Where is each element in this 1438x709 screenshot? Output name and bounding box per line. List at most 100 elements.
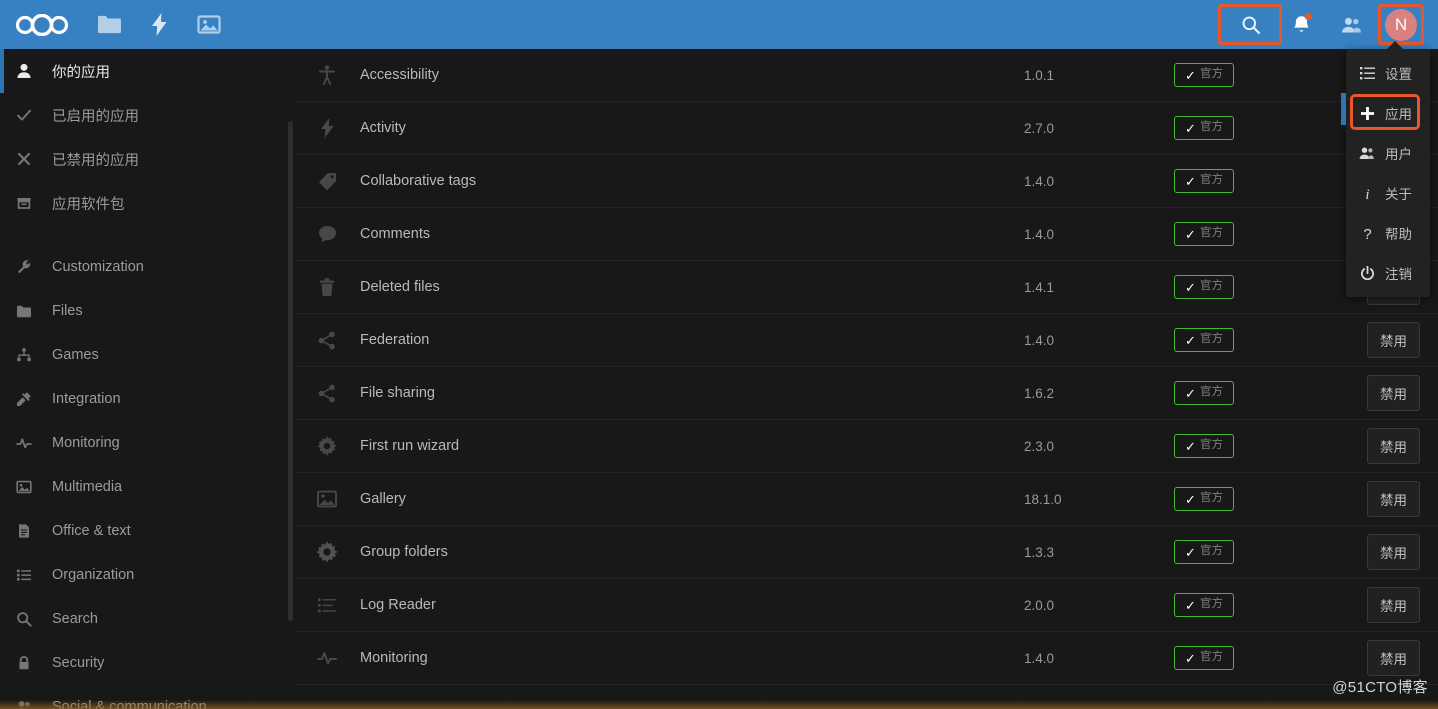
check-icon: ✓ <box>1185 491 1196 507</box>
sidebar-item-disabled-apps[interactable]: 已禁用的应用 <box>0 137 295 181</box>
nextcloud-logo[interactable] <box>0 0 84 49</box>
check-icon: ✓ <box>1185 438 1196 454</box>
app-version: 1.3.3 <box>1024 544 1055 560</box>
plug-icon <box>16 391 42 407</box>
app-version: 2.7.0 <box>1024 120 1055 136</box>
status-badge: ✓ 官方 <box>1174 328 1234 352</box>
activity-app-icon[interactable] <box>134 0 184 49</box>
badge-label: 官方 <box>1199 68 1223 81</box>
list-icon <box>314 597 340 614</box>
menu-item-label: 应用 <box>1385 107 1412 122</box>
search-button[interactable] <box>1218 0 1282 49</box>
menu-item-label: 关于 <box>1385 187 1412 202</box>
people-icon <box>16 699 42 709</box>
badge-label: 官方 <box>1199 492 1223 505</box>
sidebar-item-multimedia[interactable]: Multimedia <box>0 465 295 509</box>
sidebar-item-security[interactable]: Security <box>0 641 295 685</box>
disable-button[interactable]: 禁用 <box>1367 481 1420 517</box>
table-row[interactable]: Comments 1.4.0 ✓ 官方 禁用 <box>296 208 1438 261</box>
games-icon <box>16 347 42 363</box>
sidebar-item-organization[interactable]: Organization <box>0 553 295 597</box>
sidebar-item-your-apps[interactable]: 你的应用 <box>0 49 295 93</box>
table-row[interactable]: First run wizard 2.3.0 ✓ 官方 禁用 <box>296 420 1438 473</box>
check-icon: ✓ <box>1185 226 1196 242</box>
menu-item-label: 设置 <box>1385 67 1412 82</box>
table-row[interactable]: Log Reader 2.0.0 ✓ 官方 禁用 <box>296 579 1438 632</box>
badge-label: 官方 <box>1199 651 1223 664</box>
app-version: 2.0.0 <box>1024 597 1055 613</box>
settings-sidebar[interactable]: 你的应用 已启用的应用 已禁用的应用 应用软件包 Customization F… <box>0 49 295 709</box>
app-version: 1.4.1 <box>1024 279 1055 295</box>
app-name: Gallery <box>360 491 406 507</box>
disable-button[interactable]: 禁用 <box>1367 534 1420 570</box>
table-row[interactable]: Collaborative tags 1.4.0 ✓ 官方 禁用 <box>296 155 1438 208</box>
sidebar-item-enabled-apps[interactable]: 已启用的应用 <box>0 93 295 137</box>
sidebar-item-social-communication[interactable]: Social & communication <box>0 685 295 709</box>
sidebar-item-label: 应用软件包 <box>52 196 125 213</box>
disable-button[interactable]: 禁用 <box>1367 322 1420 358</box>
status-badge: ✓ 官方 <box>1174 487 1234 511</box>
badge-label: 官方 <box>1199 439 1223 452</box>
menu-item-help[interactable]: ? 帮助 <box>1346 213 1430 253</box>
user-icon <box>16 63 42 79</box>
sidebar-item-label: 你的应用 <box>52 64 110 81</box>
sidebar-item-label: 已禁用的应用 <box>52 152 139 169</box>
sidebar-item-label: Files <box>52 303 83 319</box>
folder-icon <box>16 303 42 319</box>
table-row[interactable]: Gallery 18.1.0 ✓ 官方 禁用 <box>296 473 1438 526</box>
menu-item-logout[interactable]: 注销 <box>1346 253 1430 293</box>
menu-item-about[interactable]: i 关于 <box>1346 173 1430 213</box>
table-row[interactable]: Activity 2.7.0 ✓ 官方 禁用 <box>296 102 1438 155</box>
notifications-button[interactable] <box>1276 0 1326 49</box>
sidebar-item-label: Games <box>52 347 99 363</box>
sidebar-item-label: Office & text <box>52 523 131 539</box>
files-app-icon[interactable] <box>84 0 134 49</box>
table-row[interactable]: Accessibility 1.0.1 ✓ 官方 禁用 <box>296 49 1438 102</box>
sidebar-item-monitoring[interactable]: Monitoring <box>0 421 295 465</box>
sidebar-item-label: Monitoring <box>52 435 120 451</box>
status-badge: ✓ 官方 <box>1174 646 1234 670</box>
disable-button[interactable]: 禁用 <box>1367 587 1420 623</box>
sidebar-item-label: Security <box>52 655 105 671</box>
contacts-button[interactable] <box>1326 0 1376 49</box>
disable-button[interactable]: 禁用 <box>1367 428 1420 464</box>
sidebar-item-integration[interactable]: Integration <box>0 377 295 421</box>
table-row[interactable]: Deleted files 1.4.1 ✓ 官方 禁用 <box>296 261 1438 314</box>
apps-list-panel: Accessibility 1.0.1 ✓ 官方 禁用 Activity 2.7… <box>296 49 1438 709</box>
table-row[interactable]: File sharing 1.6.2 ✓ 官方 禁用 <box>296 367 1438 420</box>
sidebar-scrollbar[interactable] <box>288 121 293 621</box>
share-icon <box>314 384 340 403</box>
table-row[interactable]: Group folders 1.3.3 ✓ 官方 禁用 <box>296 526 1438 579</box>
sidebar-item-files[interactable]: Files <box>0 289 295 333</box>
menu-item-users[interactable]: 用户 <box>1346 133 1430 173</box>
gallery-app-icon[interactable] <box>184 0 234 49</box>
lock-icon <box>16 655 42 671</box>
power-icon <box>1358 265 1376 281</box>
menu-item-settings[interactable]: 设置 <box>1346 53 1430 93</box>
app-name: Federation <box>360 332 430 348</box>
disable-button[interactable]: 禁用 <box>1367 375 1420 411</box>
sidebar-item-office-text[interactable]: Office & text <box>0 509 295 553</box>
sidebar-item-label: Organization <box>52 567 135 583</box>
table-row[interactable]: Monitoring 1.4.0 ✓ 官方 禁用 <box>296 632 1438 685</box>
sidebar-item-games[interactable]: Games <box>0 333 295 377</box>
table-row[interactable]: Federation 1.4.0 ✓ 官方 禁用 <box>296 314 1438 367</box>
app-name: First run wizard <box>360 438 460 454</box>
sidebar-item-search[interactable]: Search <box>0 597 295 641</box>
archive-icon <box>16 195 42 211</box>
image-icon <box>314 490 340 508</box>
status-badge: ✓ 官方 <box>1174 434 1234 458</box>
check-icon: ✓ <box>1185 173 1196 189</box>
app-version: 1.6.2 <box>1024 385 1055 401</box>
svg-text:?: ? <box>1363 226 1371 241</box>
sidebar-item-customization[interactable]: Customization <box>0 245 295 289</box>
disable-button[interactable]: 禁用 <box>1367 640 1420 676</box>
menu-item-label: 帮助 <box>1385 227 1412 242</box>
badge-label: 官方 <box>1199 280 1223 293</box>
users-icon <box>1358 146 1376 160</box>
sidebar-item-app-bundles[interactable]: 应用软件包 <box>0 181 295 225</box>
status-badge: ✓ 官方 <box>1174 593 1234 617</box>
question-icon: ? <box>1358 226 1376 241</box>
menu-item-apps[interactable]: 应用 <box>1346 93 1430 133</box>
sidebar-item-label: Search <box>52 611 98 627</box>
